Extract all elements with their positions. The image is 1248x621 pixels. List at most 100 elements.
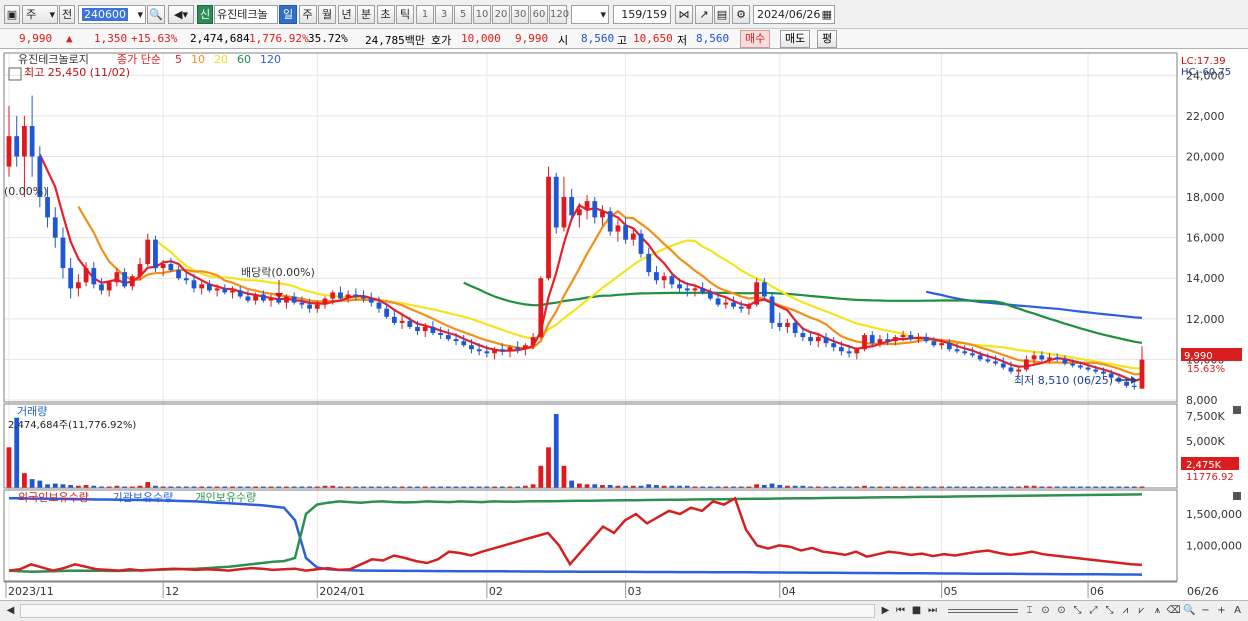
interval-button[interactable]: 10 [473,5,491,24]
zoom-icon[interactable]: 🔍 [1182,604,1197,618]
scroll-right-icon[interactable]: ▶ [878,604,893,618]
speaker-icon[interactable]: ◀▾ [168,5,194,24]
candle-body [1016,369,1022,372]
interval-button[interactable]: 1 [416,5,434,24]
chart-canvas[interactable]: 유진테크놀로지 종가 단순 5 10 20 60 120 최고 25,450 (11/0… [0,50,1248,600]
tool-icon-1[interactable]: ⊙ [1038,604,1053,618]
low-label: 저 [677,34,688,47]
tool-icon-2[interactable]: ⊙ [1054,604,1069,618]
tool-icon-3[interactable]: ⤡ [1070,604,1085,618]
period-button[interactable]: 일 [279,5,297,24]
candle-body [237,290,243,297]
tool-icon-8[interactable]: ⩚ [1150,604,1165,618]
candle-body [869,335,875,344]
tool-icon-5[interactable]: ⤡ [1102,604,1117,618]
period-button[interactable]: 분 [357,5,375,24]
tool-icon-7[interactable]: ⩗ [1134,604,1149,618]
candle-body [29,126,35,157]
current-price: 9,990 [19,32,53,45]
period-button[interactable]: 틱 [396,5,414,24]
candle-body [715,298,721,305]
candle-body [862,335,867,350]
plus-icon[interactable]: + [1214,604,1229,618]
interval-button[interactable]: 20 [492,5,510,24]
ma-legend-item: 60 [237,53,251,66]
last-page-icon[interactable]: ⏭ [925,604,940,618]
candle-body [761,282,767,297]
volume-bar [538,465,544,488]
first-page-icon[interactable]: ⏮ [893,604,908,618]
candle-body [1039,355,1045,360]
price-legend-name: 유진테크놀로지 [18,53,89,66]
compare-icon[interactable]: ⋈ [675,5,693,24]
volume-panel-close-icon[interactable] [1233,406,1241,414]
volume-panel-title: 거래량 [17,405,47,418]
prev-button[interactable]: 전 [59,5,75,24]
candle-body [399,320,405,323]
candle-body [469,345,474,350]
candle-body [754,282,760,305]
period-button[interactable]: 초 [376,5,395,24]
tool-icon-4[interactable]: ⤢ [1086,604,1101,618]
draw-icon[interactable]: ↗ [695,5,713,24]
date-input[interactable]: 2024/06/26 ▦ [753,5,835,24]
interval-button[interactable]: 5 [454,5,472,24]
candle-body [415,326,420,331]
count-field[interactable]: 159/159 [613,5,671,24]
candle-body [183,278,189,281]
candle-body [1008,367,1014,372]
candle-body [669,276,675,285]
scroll-left-icon[interactable]: ◀ [3,604,18,618]
candle-body [45,197,50,218]
horizontal-scrollbar[interactable] [20,604,875,618]
candle-body [99,284,104,291]
cursor-icon[interactable]: ⌶ [1022,604,1037,618]
trade-amount: 24,785백만 [365,34,425,47]
high-label: 고 [617,34,628,47]
volume-last-tag-text: 2,475K [1186,460,1222,471]
high-price: 10,650 [633,32,673,45]
candle-body [1000,363,1006,368]
search-icon[interactable]: 🔍 [147,5,165,24]
interval-button[interactable]: 30 [511,5,529,24]
eraser-icon[interactable]: ⌫ [1166,604,1181,618]
candle-body [1031,355,1037,360]
candle-body [368,298,374,303]
save-icon[interactable]: ▤ [714,5,730,24]
period-button[interactable]: 월 [318,5,336,24]
font-size-icon[interactable]: A [1230,604,1245,618]
buy-button[interactable]: 매수 [740,30,771,48]
candle-body [268,298,274,301]
gear-icon[interactable]: ⚙ [732,5,750,24]
interval-button[interactable]: 3 [435,5,453,24]
period-button[interactable]: 주 [298,5,317,24]
minus-icon[interactable]: − [1198,604,1213,618]
date-tick-label: 2023/11 [8,585,54,598]
period-button[interactable]: 년 [337,5,356,24]
stock-code-input[interactable]: 240600 ▾ [78,5,146,24]
candle-body [777,322,783,327]
candle-body [630,233,636,240]
date-tick-label: 2024/01 [319,585,365,598]
candle-body [885,339,891,342]
sell-button[interactable]: 매도 [780,30,811,48]
ma-legend-item: 120 [260,53,281,66]
tool-icon-6[interactable]: ⩘ [1118,604,1133,618]
stop-icon[interactable]: ■ [909,604,924,618]
holdings-panel-close-icon[interactable] [1233,492,1241,500]
interval-input[interactable]: ▾ [571,5,609,24]
candle-body [60,237,66,269]
candle-body [1085,367,1091,370]
chart-area[interactable]: 유진테크놀로지 종가 단순 5 10 20 60 120 최고 25,450 (11/0… [0,50,1248,600]
candle-body [407,320,413,327]
candle-body [561,197,567,228]
zoom-slider[interactable] [948,609,1018,613]
layout-icon[interactable]: ▣ [4,5,20,24]
price-change-pct: +15.63% [131,32,178,45]
candle-body [769,296,775,323]
interval-button[interactable]: 120 [549,5,569,24]
avg-button[interactable]: 평 [817,30,838,48]
stock-name: 유진테크놀 [214,5,278,24]
period-select[interactable]: 주 ▾ [22,5,58,24]
interval-button[interactable]: 60 [530,5,548,24]
